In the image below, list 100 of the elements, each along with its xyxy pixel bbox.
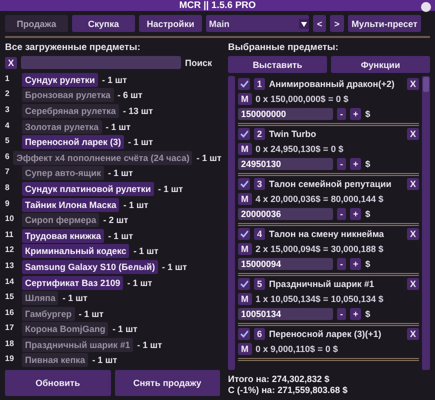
clear-button[interactable]: X — [5, 56, 18, 68]
item-number: 6 — [5, 152, 10, 161]
price-field[interactable]: 15000094 — [238, 258, 333, 270]
section-heading: Выбранные предметы: — [228, 42, 340, 53]
item-name[interactable]: Трудовая книжка — [22, 228, 104, 243]
price-formula: 2 x 15,000,094$ = 30,000,188 $ — [256, 244, 384, 254]
remove-button[interactable]: X — [406, 178, 419, 190]
item-name[interactable]: Праздничный шарик #1 — [22, 338, 134, 352]
scrollbar-thumb[interactable] — [423, 77, 429, 92]
item-count: - 1 шт — [196, 152, 222, 163]
item-name[interactable]: Переносной ларек (3) — [22, 135, 124, 150]
item-name[interactable]: Эффект x4 пополнение счёта (24 часа) — [13, 150, 192, 165]
price-field[interactable]: 150000000 — [238, 108, 333, 120]
item-name[interactable]: Samsung Galaxy S10 (Белый) — [22, 260, 158, 274]
check-icon — [240, 230, 248, 238]
item-number: 15 — [5, 292, 15, 302]
remove-button[interactable]: X — [406, 78, 419, 90]
item-count: - 1 шт — [158, 184, 183, 194]
lot-name: Twin Turbo — [269, 129, 318, 139]
mode-button[interactable]: M — [238, 293, 252, 305]
item-number: 19 — [5, 354, 15, 364]
currency-label: $ — [365, 209, 370, 219]
total-text: С (-1%) на: 271,559,803.68 $ — [228, 385, 348, 396]
remove-button[interactable]: X — [406, 228, 419, 240]
check-icon — [240, 280, 248, 288]
mode-button[interactable]: M — [238, 93, 252, 105]
action-button[interactable]: Снять продажу — [114, 370, 220, 396]
remove-button[interactable]: X — [406, 128, 419, 140]
lot-name: Переносной ларек (3)(+1) — [269, 329, 382, 339]
item-count: - 1 шт — [108, 168, 133, 178]
item-name[interactable]: Золотая рулетка — [22, 120, 102, 134]
mode-button[interactable]: M — [238, 193, 252, 205]
increase-button[interactable]: + — [350, 208, 362, 220]
lot-number: 2 — [254, 128, 266, 140]
currency-label: $ — [365, 259, 370, 269]
multi-preset-button[interactable]: Мульти-пресет — [348, 15, 422, 32]
item-count: - 1 шт — [92, 355, 118, 366]
increase-button[interactable]: + — [350, 158, 362, 170]
item-name[interactable]: Гамбургер — [22, 306, 75, 321]
item-number: 2 — [5, 89, 10, 98]
checkbox[interactable] — [238, 178, 250, 190]
tab[interactable]: Настройки — [139, 15, 202, 32]
item-number: 12 — [5, 245, 15, 254]
checkbox[interactable] — [238, 228, 250, 240]
tab[interactable]: Продажа — [5, 15, 68, 32]
check-icon — [240, 130, 248, 138]
item-name[interactable]: Супер авто-ящик — [22, 166, 104, 180]
item-number: 10 — [5, 214, 15, 224]
action-button[interactable]: Функции — [331, 56, 430, 73]
previous-button[interactable]: < — [313, 15, 326, 32]
price-field[interactable]: 10050134 — [238, 308, 333, 320]
check-icon — [240, 80, 248, 88]
item-name[interactable]: Сундук рулетки — [22, 72, 98, 87]
checkbox[interactable] — [238, 78, 250, 90]
price-formula: 4 x 20,000,036$ = 80,000,144 $ — [256, 194, 384, 204]
currency-label: $ — [365, 109, 370, 119]
tab[interactable]: Скупка — [72, 15, 135, 32]
search-field[interactable] — [21, 56, 182, 69]
decrease-button[interactable]: - — [337, 208, 346, 220]
remove-button[interactable]: X — [406, 278, 419, 290]
item-name[interactable]: Шляпа — [22, 291, 58, 306]
checkbox[interactable] — [238, 278, 250, 290]
remove-button[interactable]: X — [406, 328, 419, 340]
item-name[interactable]: Тайник Илона Маска — [22, 198, 120, 212]
increase-button[interactable]: + — [350, 108, 362, 120]
mode-button[interactable]: M — [238, 143, 252, 155]
next-button[interactable]: > — [330, 15, 344, 32]
item-number: 3 — [5, 104, 10, 114]
item-name[interactable]: Пивная кепка — [22, 353, 88, 368]
mode-button[interactable]: M — [238, 343, 252, 355]
preset-dropdown[interactable]: Main — [206, 15, 309, 32]
item-name[interactable]: Серебряная рулетка — [22, 104, 119, 118]
item-name[interactable]: Сироп фермера — [22, 213, 100, 228]
price-field[interactable]: 24950130 — [238, 158, 333, 170]
item-name[interactable]: Сундук платиновой рулетки — [22, 182, 154, 196]
item-name[interactable]: Криминальный кодекс — [22, 244, 130, 258]
decrease-button[interactable]: - — [337, 108, 346, 120]
window-control-icon[interactable] — [421, 2, 431, 12]
checkbox[interactable] — [238, 328, 250, 340]
decrease-button[interactable]: - — [337, 308, 346, 320]
item-name[interactable]: Сертификат Ваз 2109 — [22, 276, 124, 290]
item-number: 14 — [5, 276, 15, 286]
price-formula: 0 x 150,000,000$ = 0 $ — [256, 94, 348, 104]
price-field[interactable]: 20000036 — [238, 208, 333, 220]
item-count: - 1 шт — [133, 246, 158, 256]
decrease-button[interactable]: - — [337, 258, 346, 270]
price-formula: 1 x 10,050,134$ = 10,050,134 $ — [256, 294, 384, 304]
checkbox[interactable] — [238, 128, 250, 140]
search-label: Поиск — [185, 58, 212, 68]
lot-number: 6 — [254, 328, 266, 340]
increase-button[interactable]: + — [350, 308, 362, 320]
increase-button[interactable]: + — [350, 258, 362, 270]
decrease-button[interactable]: - — [337, 158, 346, 170]
lot-name: Талон семейной репутации — [269, 179, 392, 189]
item-name[interactable]: Корона BomjGang — [22, 322, 108, 336]
action-button[interactable]: Обновить — [5, 370, 110, 396]
mode-button[interactable]: M — [238, 243, 252, 255]
action-button[interactable]: Выставить — [228, 56, 327, 73]
check-icon — [240, 330, 248, 338]
item-name[interactable]: Бронзовая рулетка — [22, 88, 114, 102]
